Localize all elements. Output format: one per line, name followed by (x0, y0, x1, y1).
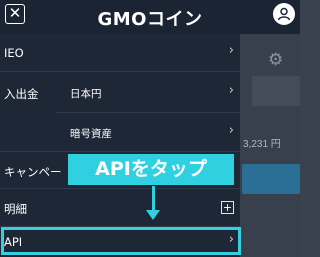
menu-item-label: IEO (4, 46, 24, 60)
menu-subitem-crypto[interactable]: 暗号資産 › (56, 113, 240, 152)
chevron-right-icon: › (228, 43, 234, 58)
instruction-callout: APIをタップ (68, 154, 234, 185)
side-menu: IEO › 入出金 日本円 › 暗号資産 › キャンペー › 明細 + API … (0, 34, 240, 257)
background-amount: 3,231 円 (243, 139, 281, 150)
menu-subitem-label: 日本円 (70, 88, 102, 100)
user-icon (277, 7, 291, 21)
logo-text: GMOコイン (97, 9, 203, 30)
user-account-button[interactable] (273, 3, 295, 25)
gear-icon[interactable]: ⚙ (268, 50, 283, 70)
menu-item-ieo[interactable]: IEO › (0, 34, 240, 72)
expand-plus-icon[interactable]: + (221, 201, 234, 214)
menu-item-label: キャンペー (4, 165, 62, 179)
chevron-right-icon: › (228, 83, 234, 98)
brand-logo: GMOコイン (0, 5, 300, 31)
arrow-head-icon (146, 210, 160, 220)
menu-subitem-label: 暗号資産 (70, 128, 112, 140)
background-card (252, 76, 300, 106)
menu-subitem-jpy[interactable]: 日本円 › (56, 72, 240, 112)
menu-group-label: 入出金 (4, 87, 39, 101)
chevron-right-icon: › (228, 123, 234, 138)
background-action-button (242, 164, 300, 194)
api-highlight-frame (1, 227, 241, 255)
menu-item-label: 明細 (4, 202, 27, 216)
arrow-down-icon (152, 186, 155, 212)
menu-item-statements[interactable]: 明細 + (0, 189, 240, 227)
app-header: ✕ GMOコイン (0, 0, 300, 34)
